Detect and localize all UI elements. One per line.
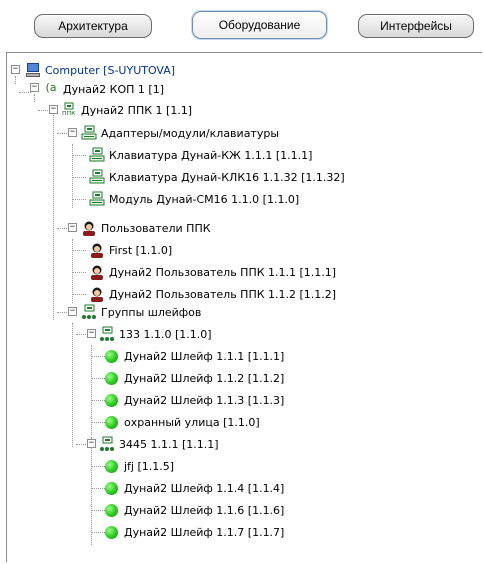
tree-node-loop[interactable]: Дунай2 Шлейф 1.1.3 [1.1.3] <box>103 391 284 409</box>
tree-node-computer[interactable]: Computer [S-UYUTOVA] <box>25 61 175 79</box>
tree-node-keyboard[interactable]: Клавиатура Дунай-КЛК16 1.1.32 [1.1.32] <box>89 168 345 186</box>
collapse-icon[interactable]: − <box>68 223 77 232</box>
tree-node-label: 133 1.1.0 [1.1.0] <box>119 327 212 341</box>
tree-node-loop-group[interactable]: 133 1.1.0 [1.1.0] <box>99 325 212 343</box>
tab-equipment[interactable]: Оборудование <box>192 11 327 39</box>
loop-group-icon <box>99 326 115 342</box>
tree-node-loop[interactable]: Дунай2 Шлейф 1.1.2 [1.1.2] <box>103 369 284 387</box>
tree-node-label: Дунай2 Пользователь ППК 1.1.1 [1.1.1] <box>109 265 337 279</box>
tree-node-label: Дунай2 Шлейф 1.1.7 [1.1.7] <box>124 525 285 539</box>
tree-node-user[interactable]: Дунай2 Пользователь ППК 1.1.1 [1.1.1] <box>89 263 336 281</box>
equipment-tree[interactable]: − − − − − − − − Computer [S-UYUTOVA] (а … <box>6 52 482 562</box>
tree-node-ppk[interactable]: ппк Дунай2 ППК 1 [1.1] <box>61 101 192 119</box>
tree-node-label: Дунай2 КОП 1 [1] <box>63 82 164 96</box>
keyboard-module-icon <box>89 147 105 163</box>
tree-node-loop[interactable]: Дунай2 Шлейф 1.1.6 [1.1.6] <box>103 501 284 519</box>
tree-node-label: 3445 1.1.1 [1.1.1] <box>119 437 219 451</box>
tree-node-label: Модуль Дунай-СМ16 1.1.0 [1.1.0] <box>109 192 300 206</box>
user-icon <box>89 242 105 258</box>
tree-node-kop[interactable]: (а Дунай2 КОП 1 [1] <box>43 80 164 98</box>
tree-node-users[interactable]: Пользователи ППК <box>81 219 211 237</box>
tree-node-loop[interactable]: jfj [1.1.5] <box>103 457 174 475</box>
loop-status-icon <box>105 504 118 517</box>
ppk-badge: ппк <box>62 109 76 117</box>
tree-node-label: Группы шлейфов <box>101 305 202 319</box>
loop-status-icon <box>105 482 118 495</box>
tree-node-label: Дунай2 ППК 1 [1.1] <box>81 103 193 117</box>
loop-status-icon <box>105 526 118 539</box>
tab-interfaces[interactable]: Интерфейсы <box>358 14 474 38</box>
tree-node-user[interactable]: Дунай2 Пользователь ППК 1.1.2 [1.1.2] <box>89 285 336 303</box>
tree-node-label: охранный улица [1.1.0] <box>124 415 260 429</box>
tree-node-loop[interactable]: Дунай2 Шлейф 1.1.7 [1.1.7] <box>103 523 284 541</box>
loop-status-icon <box>105 460 118 473</box>
tree-node-adapters[interactable]: Адаптеры/модули/клавиатуры <box>81 124 279 142</box>
collapse-icon[interactable]: − <box>49 105 58 114</box>
tab-bar: Архитектура Оборудование Интерфейсы <box>0 0 484 52</box>
tree-node-module[interactable]: Модуль Дунай-СМ16 1.1.0 [1.1.0] <box>89 190 299 208</box>
tree-node-label: Пользователи ППК <box>101 221 211 235</box>
users-group-icon <box>81 220 97 236</box>
tree-node-label: Дунай2 Шлейф 1.1.4 [1.1.4] <box>124 481 285 495</box>
tree-node-user[interactable]: First [1.1.0] <box>89 241 172 259</box>
collapse-icon[interactable]: − <box>11 65 20 74</box>
ppk-device-icon: ппк <box>61 102 77 118</box>
tree-node-label: Дунай2 Шлейф 1.1.2 [1.1.2] <box>124 371 285 385</box>
tree-node-loop[interactable]: Дунай2 Шлейф 1.1.4 [1.1.4] <box>103 479 284 497</box>
keyboard-module-icon <box>89 169 105 185</box>
tree-node-label: Клавиатура Дунай-КЖ 1.1.1 [1.1.1] <box>109 148 313 162</box>
collapse-icon[interactable]: − <box>87 439 96 448</box>
tree-node-label: jfj [1.1.5] <box>124 459 175 473</box>
loop-group-icon <box>99 436 115 452</box>
loop-status-icon <box>105 416 118 429</box>
tab-architecture[interactable]: Архитектура <box>34 14 152 38</box>
tree-node-label: Computer [S-UYUTOVA] <box>45 63 176 77</box>
tree-node-loop-group[interactable]: 3445 1.1.1 [1.1.1] <box>99 435 219 453</box>
tree-node-label: Дунай2 Шлейф 1.1.1 [1.1.1] <box>124 349 285 363</box>
tree-node-loop[interactable]: Дунай2 Шлейф 1.1.1 [1.1.1] <box>103 347 284 365</box>
user-icon <box>89 286 105 302</box>
collapse-icon[interactable]: − <box>68 307 77 316</box>
tree-node-label: Адаптеры/модули/клавиатуры <box>101 126 280 140</box>
loop-status-icon <box>105 372 118 385</box>
tree-node-loop-groups[interactable]: Группы шлейфов <box>81 303 201 321</box>
tree-node-label: Дунай2 Шлейф 1.1.3 [1.1.3] <box>124 393 285 407</box>
relay-module-icon <box>89 191 105 207</box>
tree-node-label: Дунай2 Шлейф 1.1.6 [1.1.6] <box>124 503 285 517</box>
user-icon <box>89 264 105 280</box>
computer-icon <box>25 62 41 78</box>
loop-group-icon <box>81 304 97 320</box>
collapse-icon[interactable]: − <box>68 128 77 137</box>
collapse-icon[interactable]: − <box>30 83 39 92</box>
tree-node-loop[interactable]: охранный улица [1.1.0] <box>103 413 260 431</box>
tree-node-keyboard[interactable]: Клавиатура Дунай-КЖ 1.1.1 [1.1.1] <box>89 146 312 164</box>
loop-status-icon <box>105 350 118 363</box>
tree-node-label: Клавиатура Дунай-КЛК16 1.1.32 [1.1.32] <box>109 170 345 184</box>
loop-status-icon <box>105 394 118 407</box>
tree-node-label: Дунай2 Пользователь ППК 1.1.2 [1.1.2] <box>109 287 337 301</box>
kop-device-icon: (а <box>45 81 57 94</box>
modules-group-icon <box>81 125 97 141</box>
collapse-icon[interactable]: − <box>87 329 96 338</box>
tree-node-label: First [1.1.0] <box>109 243 173 257</box>
